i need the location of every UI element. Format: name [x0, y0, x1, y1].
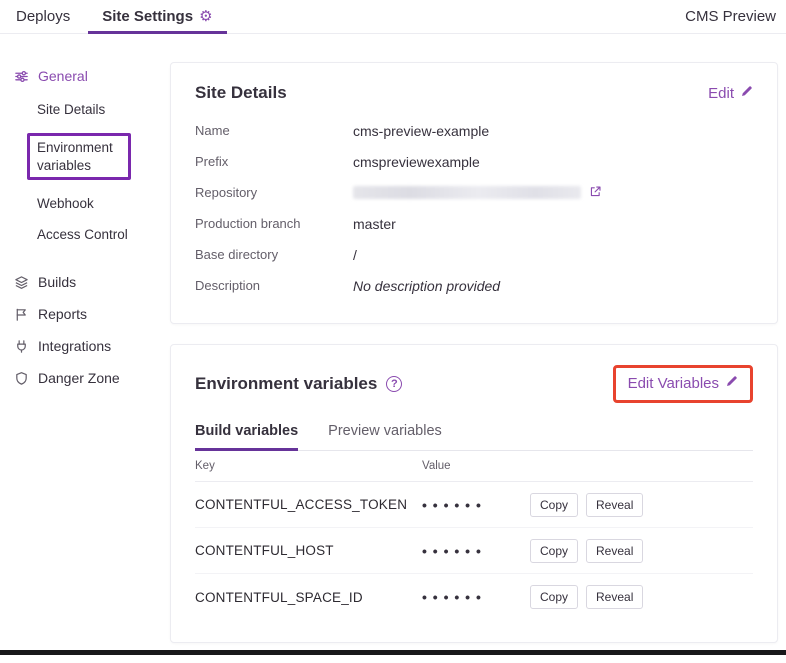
field-label: Description [195, 278, 353, 293]
field-label: Prefix [195, 154, 353, 169]
field-value: No description provided [353, 278, 500, 294]
sidebar-item-access-control[interactable]: Access Control [37, 219, 170, 250]
column-header-value: Value [422, 460, 451, 472]
variable-key: CONTENTFUL_SPACE_ID [195, 590, 422, 605]
sidebar-item-label: Reports [38, 306, 87, 322]
sidebar-item-label: Access Control [37, 227, 128, 242]
reveal-button[interactable]: Reveal [586, 585, 643, 609]
field-row-name: Name cms-preview-example [195, 115, 753, 146]
main-panel: Site Details Edit Name cms-preview-examp… [170, 34, 786, 663]
table-header: Key Value [195, 451, 753, 482]
site-details-title: Site Details [195, 83, 287, 103]
tab-deploys-label: Deploys [16, 8, 70, 25]
help-icon[interactable]: ? [386, 376, 402, 392]
builds-icon [14, 275, 29, 290]
field-value [353, 185, 602, 201]
edit-button[interactable]: Edit [708, 85, 753, 102]
environment-variables-annotation-box: Environment variables [27, 133, 131, 180]
tab-label: Build variables [195, 423, 298, 439]
field-value: / [353, 247, 357, 263]
tab-label: Preview variables [328, 423, 442, 439]
sidebar-item-reports[interactable]: Reports [14, 298, 170, 330]
variable-tabs: Build variables Preview variables [195, 423, 753, 451]
sidebar-item-label: Site Details [37, 102, 105, 117]
edit-variables-label: Edit Variables [628, 375, 719, 392]
sidebar-item-site-details[interactable]: Site Details [37, 94, 170, 125]
cms-preview-label: CMS Preview [685, 8, 786, 25]
sidebar-item-label: Integrations [38, 338, 111, 354]
topbar: Deploys Site Settings ⚙ CMS Preview [0, 0, 786, 34]
edit-variables-button[interactable]: Edit Variables [628, 375, 738, 392]
field-value: cms-preview-example [353, 123, 489, 139]
sidebar-item-integrations[interactable]: Integrations [14, 330, 170, 362]
general-subsections: Site Details Environment variables Webho… [14, 94, 170, 250]
environment-variables-title: Environment variables [195, 374, 377, 394]
copy-button[interactable]: Copy [530, 493, 578, 517]
sidebar-item-webhook[interactable]: Webhook [37, 188, 170, 219]
table-row: CONTENTFUL_ACCESS_TOKEN • • • • • • Copy… [195, 482, 753, 528]
page-content: General Site Details Environment variabl… [0, 34, 786, 663]
sidebar: General Site Details Environment variabl… [0, 34, 170, 394]
tab-preview-variables[interactable]: Preview variables [328, 423, 442, 450]
pencil-icon [740, 85, 753, 102]
field-row-production-branch: Production branch master [195, 208, 753, 239]
reveal-button[interactable]: Reveal [586, 539, 643, 563]
tab-site-settings-label: Site Settings [102, 8, 193, 25]
field-value: master [353, 216, 396, 232]
reports-icon [14, 307, 29, 322]
reveal-button[interactable]: Reveal [586, 493, 643, 517]
repository-redacted-value [353, 186, 581, 199]
field-row-description: Description No description provided [195, 270, 753, 301]
edit-button-label: Edit [708, 85, 734, 102]
edit-variables-annotation-box: Edit Variables [613, 365, 753, 403]
sidebar-item-label: Builds [38, 274, 76, 290]
sidebar-item-builds[interactable]: Builds [14, 266, 170, 298]
field-label: Base directory [195, 247, 353, 262]
copy-button[interactable]: Copy [530, 539, 578, 563]
integrations-icon [14, 339, 29, 354]
window-bottom-edge [0, 650, 786, 655]
masked-value: • • • • • • [422, 497, 530, 513]
sidebar-item-label: General [38, 68, 88, 84]
table-row: CONTENTFUL_HOST • • • • • • Copy Reveal [195, 528, 753, 574]
field-row-prefix: Prefix cmspreviewexample [195, 146, 753, 177]
tab-build-variables[interactable]: Build variables [195, 423, 298, 450]
sidebar-item-environment-variables[interactable]: Environment variables [37, 125, 170, 188]
variable-key: CONTENTFUL_ACCESS_TOKEN [195, 497, 422, 512]
field-value: cmspreviewexample [353, 154, 480, 170]
pencil-icon [725, 375, 738, 392]
field-label: Repository [195, 185, 353, 200]
sidebar-item-danger-zone[interactable]: Danger Zone [14, 362, 170, 394]
copy-button[interactable]: Copy [530, 585, 578, 609]
environment-variables-card: Environment variables ? Edit Variables B… [170, 344, 778, 643]
field-row-repository: Repository [195, 177, 753, 208]
external-link-icon[interactable] [589, 185, 602, 201]
sidebar-item-general[interactable]: General [14, 60, 170, 92]
masked-value: • • • • • • [422, 543, 530, 559]
tab-deploys[interactable]: Deploys [0, 0, 86, 33]
gear-icon: ⚙ [199, 9, 212, 24]
sidebar-item-label: Webhook [37, 196, 94, 211]
table-row: CONTENTFUL_SPACE_ID • • • • • • Copy Rev… [195, 574, 753, 620]
variables-table: Key Value CONTENTFUL_ACCESS_TOKEN • • • … [195, 451, 753, 620]
field-label: Production branch [195, 216, 353, 231]
danger-zone-icon [14, 371, 29, 386]
site-details-card: Site Details Edit Name cms-preview-examp… [170, 62, 778, 324]
variable-key: CONTENTFUL_HOST [195, 543, 422, 558]
field-label: Name [195, 123, 353, 138]
tab-site-settings[interactable]: Site Settings ⚙ [86, 0, 228, 33]
masked-value: • • • • • • [422, 589, 530, 605]
sidebar-item-label: Danger Zone [38, 370, 120, 386]
field-row-base-directory: Base directory / [195, 239, 753, 270]
general-icon [14, 69, 29, 84]
column-header-key: Key [195, 460, 422, 472]
